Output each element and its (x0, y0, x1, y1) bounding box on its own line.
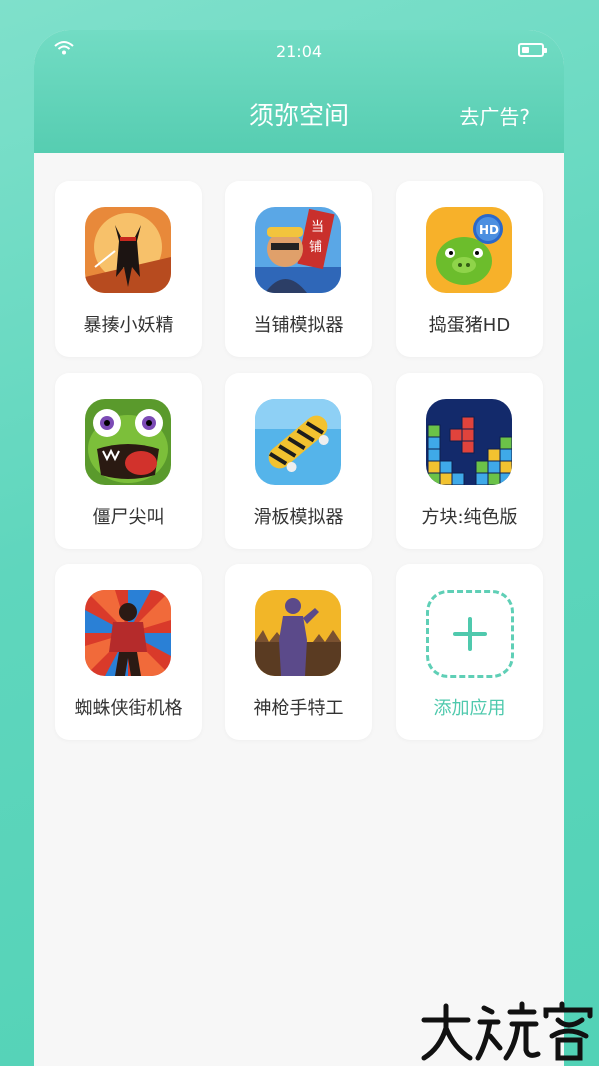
app-header: 21:04 须弥空间 去广告? (34, 30, 564, 153)
gunman-silhouette-icon (255, 590, 341, 676)
green-pig-icon: HD (426, 207, 512, 293)
app-card[interactable]: 当 铺 当铺模拟器 (225, 181, 372, 357)
app-card[interactable]: 暴揍小妖精 (55, 181, 202, 357)
app-card[interactable]: 神枪手特工 (225, 564, 372, 740)
block-puzzle-icon (426, 399, 512, 485)
add-app-button[interactable] (426, 590, 514, 678)
battery-icon (518, 43, 547, 57)
app-card[interactable]: 僵尸尖叫 (55, 373, 202, 549)
app-card[interactable]: HD 捣蛋猪HD (396, 181, 543, 357)
add-app-card[interactable]: 添加应用 (396, 564, 543, 740)
status-bar: 21:04 (34, 30, 564, 74)
remove-ads-link[interactable]: 去广告? (459, 101, 530, 130)
app-name: 当铺模拟器 (253, 315, 344, 336)
zombie-face-icon (85, 399, 171, 485)
app-card[interactable]: 滑板模拟器 (225, 373, 372, 549)
add-app-label: 添加应用 (433, 698, 506, 719)
skateboard-icon (255, 399, 341, 485)
app-name: 滑板模拟器 (253, 507, 344, 528)
app-name: 蜘蛛侠街机格 (74, 698, 183, 719)
watermark-logo (421, 1001, 593, 1061)
app-card[interactable]: 方块:纯色版 (396, 373, 543, 549)
phone-screen: 21:04 须弥空间 去广告? 暴揍小妖精 当 铺 当铺模拟器 HD 捣蛋猪HD… (34, 30, 564, 1066)
svg-text:当: 当 (311, 220, 324, 235)
app-name: 捣蛋猪HD (428, 315, 511, 336)
app-name: 僵尸尖叫 (92, 507, 165, 528)
svg-text:铺: 铺 (309, 240, 322, 255)
plus-icon (453, 617, 487, 651)
spider-hero-icon (85, 590, 171, 676)
app-name: 暴揍小妖精 (83, 315, 174, 336)
status-time: 21:04 (275, 42, 323, 61)
app-card[interactable]: 蜘蛛侠街机格 (55, 564, 202, 740)
svg-text:HD: HD (479, 223, 499, 237)
pawn-shop-icon: 当 铺 (255, 207, 341, 293)
ninja-fighter-icon (85, 207, 171, 293)
app-name: 神枪手特工 (253, 698, 344, 719)
app-name: 方块:纯色版 (421, 507, 518, 528)
